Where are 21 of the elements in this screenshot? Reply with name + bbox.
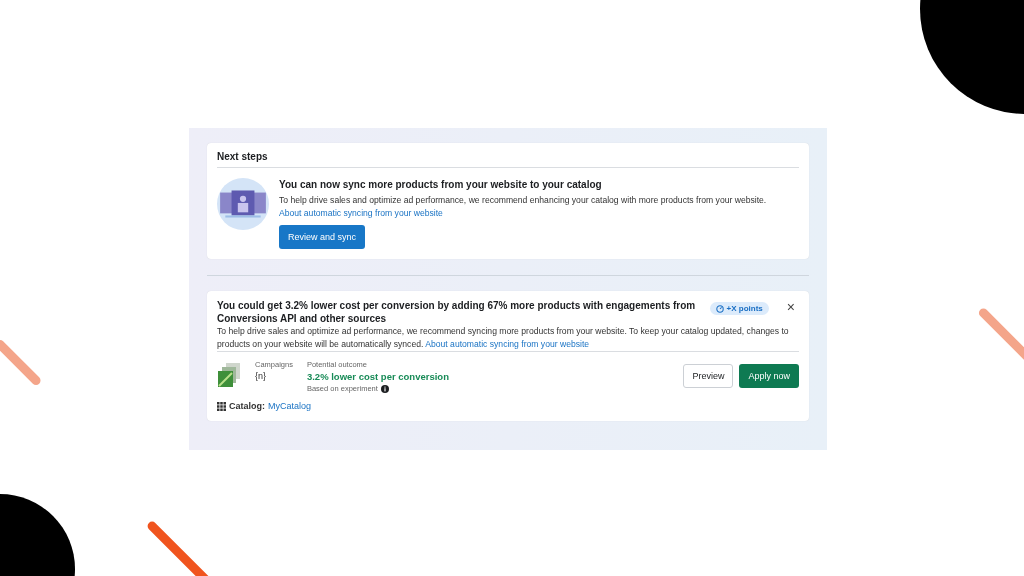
recommendation-title: You could get 3.2% lower cost per conversion by adding 67% more products with engagements from Conversions API and other sources bbox=[217, 299, 697, 325]
description-text: To help drive sales and optimize ad performance, we recommend enhancing your catalog with more products from your website. About automatic syncing from your website bbox=[279, 194, 768, 220]
close-button[interactable]: × bbox=[782, 299, 799, 315]
help-link[interactable]: About automatic syncing from your website bbox=[279, 208, 443, 218]
badge-text: +X points bbox=[726, 304, 763, 313]
card-title: You can now sync more products from your website to your catalog bbox=[279, 178, 602, 191]
monitor-illustration-icon bbox=[217, 178, 269, 230]
description-text: To help drive sales and optimize ad performance, we recommend syncing more products from your website. To keep your catalog updated, changes to products on your website will be automatically synced. About automatic syncing from your website bbox=[217, 325, 790, 351]
image-stack-icon bbox=[217, 360, 241, 390]
help-link[interactable]: About automatic syncing from your website bbox=[425, 339, 590, 349]
catalog-label: Catalog: bbox=[229, 401, 265, 411]
catalog-link[interactable]: MyCatalog bbox=[268, 401, 312, 411]
apply-now-button[interactable]: Apply now bbox=[739, 364, 799, 388]
review-and-sync-button[interactable]: Review and sync bbox=[279, 225, 366, 249]
grid-icon bbox=[217, 401, 226, 411]
preview-button[interactable]: Preview bbox=[683, 364, 734, 388]
gauge-icon bbox=[715, 304, 724, 313]
campaigns-value: {n} bbox=[255, 371, 268, 381]
card-heading: Next steps bbox=[217, 151, 269, 162]
info-icon bbox=[380, 384, 389, 393]
outcome-value: 3.2% lower cost per conversion bbox=[306, 371, 449, 382]
